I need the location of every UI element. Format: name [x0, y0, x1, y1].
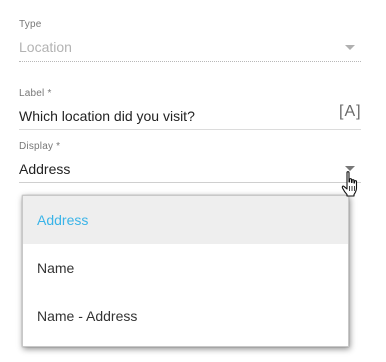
chevron-down-icon	[345, 45, 355, 50]
translate-button[interactable]: [A]	[339, 103, 362, 121]
hand-pointer-icon	[341, 171, 358, 197]
display-dropdown-menu: Address Name Name - Address	[22, 195, 349, 347]
type-field: Type Location	[19, 18, 361, 63]
form-panel: Type Location Label * Which location did…	[0, 0, 386, 362]
label-field-underline	[19, 129, 361, 130]
label-field[interactable]: Label * Which location did you visit? [A…	[19, 87, 361, 132]
dropdown-option-name[interactable]: Name	[23, 244, 348, 292]
type-field-underline	[19, 61, 361, 62]
display-select[interactable]: Display * Address	[19, 140, 361, 185]
type-field-label: Type	[19, 19, 42, 30]
display-select-label: Display *	[19, 141, 61, 152]
dropdown-option-label: Name - Address	[37, 308, 138, 324]
display-select-value[interactable]: Address	[19, 161, 70, 177]
display-select-underline	[19, 182, 361, 183]
label-field-input[interactable]: Which location did you visit?	[19, 108, 195, 124]
dropdown-option-address[interactable]: Address	[23, 196, 348, 244]
dropdown-option-label: Address	[37, 212, 89, 228]
dropdown-option-label: Name	[37, 260, 75, 276]
dropdown-option-name-address[interactable]: Name - Address	[23, 292, 348, 340]
label-field-label: Label *	[19, 88, 52, 99]
type-field-value: Location	[19, 39, 72, 55]
